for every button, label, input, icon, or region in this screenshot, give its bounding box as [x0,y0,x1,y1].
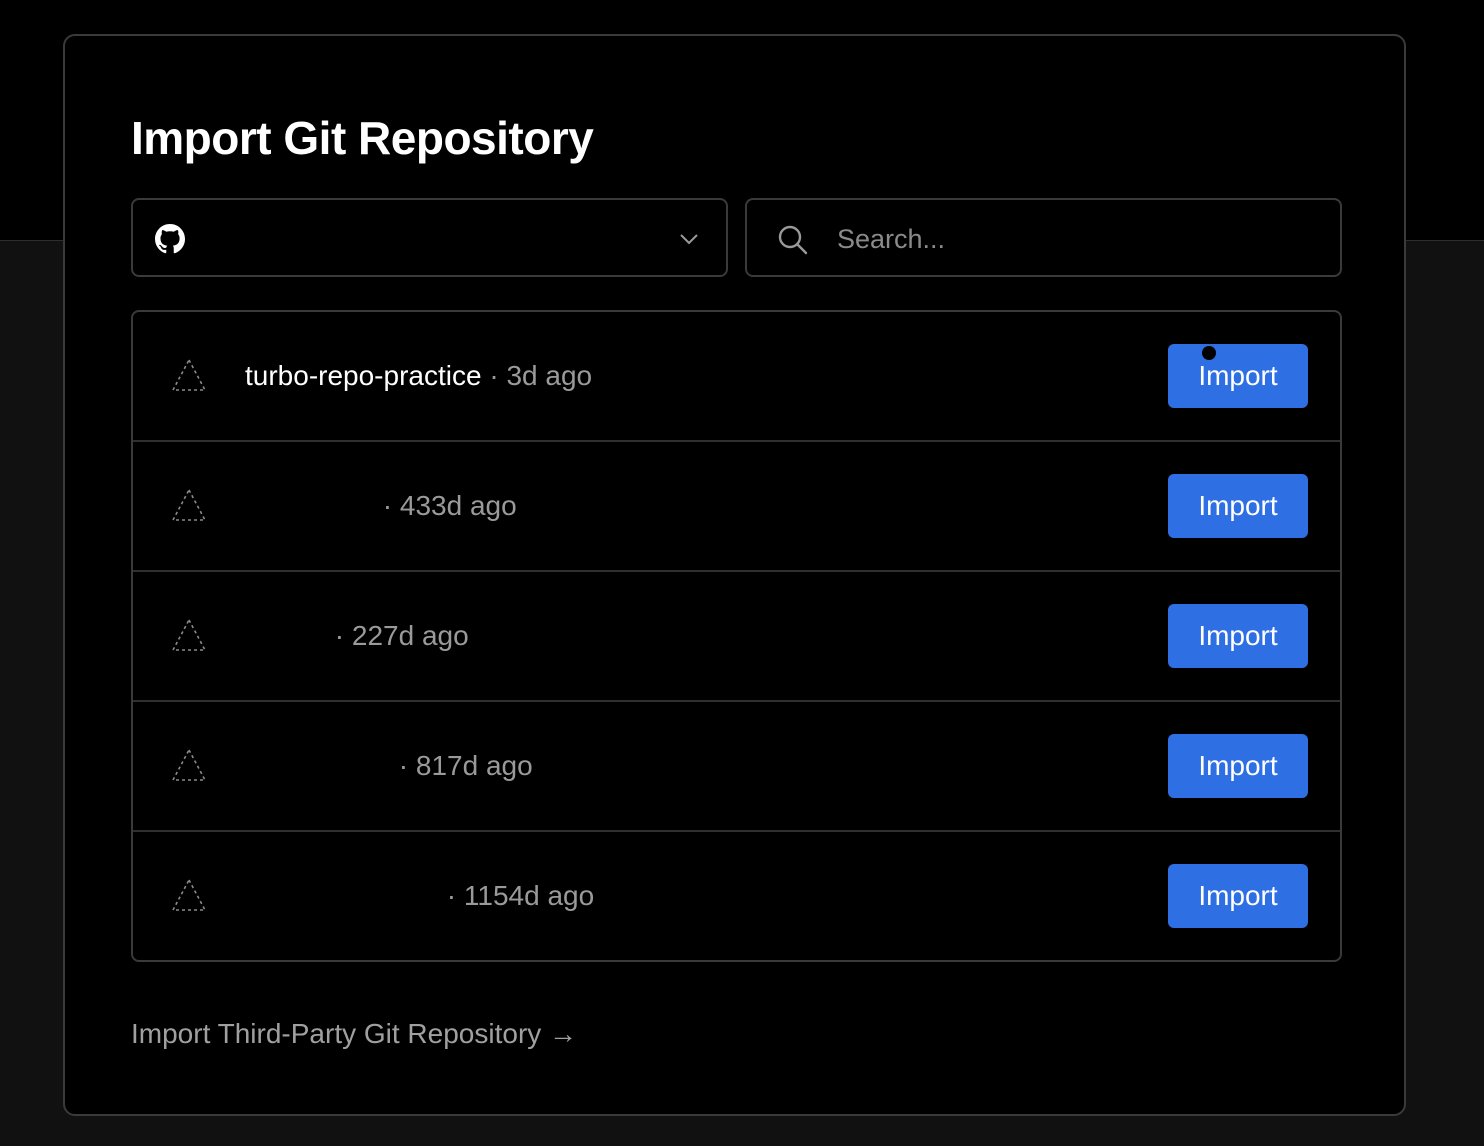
search-box [745,198,1342,277]
import-button[interactable]: Import [1168,864,1308,928]
repo-name: turbo-repo-practice [245,360,482,391]
repository-list: turbo-repo-practice · 3d ago Import · 43… [131,310,1342,962]
repo-info: · 227d ago [245,616,469,656]
import-button[interactable]: Import [1168,734,1308,798]
repo-info: · 433d ago [245,486,517,526]
search-icon [778,225,808,255]
import-third-party-link[interactable]: Import Third-Party Git Repository → [131,1018,577,1050]
repo-updated-age: 3d ago [506,360,593,391]
chevron-down-icon [680,234,698,245]
repo-separator: · [334,620,345,651]
repo-separator: · [489,360,499,391]
github-icon [155,224,185,254]
import-button[interactable]: Import [1168,474,1308,538]
mouse-cursor [1202,346,1216,360]
import-repository-card: Import Git Repository turbo-repo-practic… [63,34,1406,1116]
project-triangle-icon [171,878,207,911]
project-triangle-icon [171,488,207,521]
import-button[interactable]: Import [1168,344,1308,408]
git-scope-select[interactable] [131,198,728,277]
repo-row: turbo-repo-practice · 3d ago Import [133,312,1340,442]
page-title: Import Git Repository [131,112,594,164]
repo-updated-age: 433d ago [399,490,517,521]
import-button[interactable]: Import [1168,604,1308,668]
repo-info: turbo-repo-practice · 3d ago [245,356,592,396]
repo-info: · 817d ago [245,746,533,786]
repo-info: · 1154d ago [245,876,594,916]
repo-row: · 817d ago Import [133,702,1340,832]
project-triangle-icon [171,748,207,781]
project-triangle-icon [171,358,207,391]
repo-separator: · [446,880,457,911]
project-triangle-icon [171,618,207,651]
repo-separator: · [398,750,409,781]
repo-updated-age: 1154d ago [463,880,595,911]
search-input[interactable] [835,212,1319,266]
repo-row: · 1154d ago Import [133,832,1340,960]
repo-updated-age: 817d ago [415,750,533,781]
repo-updated-age: 227d ago [351,620,469,651]
repo-row: · 433d ago Import [133,442,1340,572]
repo-separator: · [382,490,393,521]
repo-row: · 227d ago Import [133,572,1340,702]
